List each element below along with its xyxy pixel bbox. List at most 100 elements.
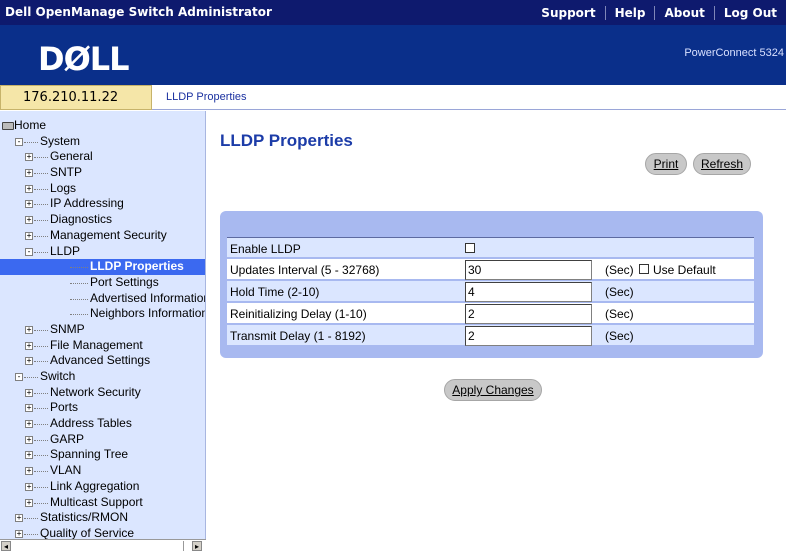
tree-connector bbox=[34, 392, 48, 394]
refresh-button[interactable]: Refresh bbox=[693, 153, 751, 175]
print-button[interactable]: Print bbox=[645, 153, 687, 175]
sidebar-item-switch[interactable]: - Switch bbox=[0, 369, 205, 385]
tree-connector bbox=[24, 533, 38, 535]
sidebar-item-label: Link Aggregation bbox=[50, 478, 140, 493]
tree-connector bbox=[70, 298, 88, 300]
apply-changes-label: Apply Changes bbox=[452, 383, 534, 397]
tree-connector bbox=[34, 408, 48, 410]
tree-connector bbox=[34, 439, 48, 441]
transmit-delay-input[interactable]: 2 bbox=[465, 326, 592, 346]
updates-interval-unit: (Sec) bbox=[605, 263, 634, 277]
sidebar-item-spanning-tree[interactable]: + Spanning Tree bbox=[0, 447, 205, 463]
sidebar-item-snmp[interactable]: + SNMP bbox=[0, 322, 205, 338]
sidebar-item-ports[interactable]: + Ports bbox=[0, 400, 205, 416]
tree-connector bbox=[24, 518, 38, 520]
sidebar-item-label: Ports bbox=[50, 400, 79, 415]
sidebar-item-management-security[interactable]: + Management Security bbox=[0, 228, 205, 244]
sidebar-item-diagnostics[interactable]: + Diagnostics bbox=[0, 212, 205, 228]
sidebar-item-network-security[interactable]: + Network Security bbox=[0, 385, 205, 401]
transmit-delay-row: Transmit Delay (1 - 8192) 2 (Sec) bbox=[227, 325, 754, 347]
sidebar-item-address-tables[interactable]: + Address Tables bbox=[0, 416, 205, 432]
sidebar-item-system[interactable]: - System bbox=[0, 134, 205, 150]
expand-icon[interactable]: + bbox=[25, 451, 33, 460]
expand-icon[interactable]: + bbox=[25, 467, 33, 476]
sidebar-item-home[interactable]: Home bbox=[0, 118, 205, 134]
reinit-delay-unit: (Sec) bbox=[605, 307, 634, 321]
sidebar-item-lldp-properties[interactable]: LLDP Properties bbox=[0, 259, 205, 275]
top-bar: Dell OpenManage Switch Administrator Sup… bbox=[0, 0, 786, 25]
tree: Home - System + General + SNTP + Logs + IP Address… bbox=[0, 118, 205, 542]
expand-icon[interactable]: + bbox=[25, 200, 33, 209]
logout-link[interactable]: Log Out bbox=[713, 5, 786, 20]
use-default-label: Use Default bbox=[653, 263, 716, 277]
tree-connector bbox=[34, 455, 48, 457]
use-default-checkbox[interactable] bbox=[639, 264, 649, 274]
expand-icon[interactable]: + bbox=[25, 184, 33, 193]
sidebar-item-ip-addressing[interactable]: + IP Addressing bbox=[0, 196, 205, 212]
sidebar-item-label: Logs bbox=[50, 180, 77, 195]
expand-icon[interactable]: + bbox=[15, 514, 23, 523]
sidebar-item-port-settings[interactable]: Port Settings bbox=[0, 275, 205, 291]
expand-icon[interactable]: + bbox=[25, 420, 33, 429]
tree-connector bbox=[34, 329, 48, 331]
sidebar-item-file-management[interactable]: + File Management bbox=[0, 338, 205, 354]
sidebar-item-statistics-rmon[interactable]: + Statistics/RMON bbox=[0, 510, 205, 526]
dell-logo: DØLL bbox=[38, 40, 130, 78]
expand-icon[interactable]: + bbox=[25, 498, 33, 507]
expand-icon[interactable]: + bbox=[25, 216, 33, 225]
collapse-icon[interactable]: - bbox=[15, 373, 23, 381]
expand-icon[interactable]: + bbox=[25, 231, 33, 240]
device-ip: 176.210.11.22 bbox=[0, 85, 152, 110]
enable-lldp-checkbox[interactable] bbox=[465, 243, 475, 253]
tree-connector bbox=[34, 502, 48, 504]
collapse-icon[interactable]: - bbox=[15, 137, 23, 146]
help-link[interactable]: Help bbox=[604, 5, 655, 20]
sidebar-item-general[interactable]: + General bbox=[0, 149, 205, 165]
updates-interval-input[interactable]: 30 bbox=[465, 260, 592, 280]
sidebar-item-vlan[interactable]: + VLAN bbox=[0, 463, 205, 479]
sidebar-item-link-aggregation[interactable]: + Link Aggregation bbox=[0, 478, 205, 495]
tree-connector bbox=[34, 361, 48, 363]
sidebar-item-garp[interactable]: + GARP bbox=[0, 432, 205, 448]
expand-icon[interactable]: + bbox=[25, 404, 33, 413]
expand-icon[interactable]: + bbox=[25, 388, 33, 397]
sidebar-item-advertised-information[interactable]: Advertised Information bbox=[0, 291, 205, 307]
expand-icon[interactable]: + bbox=[25, 341, 33, 350]
scroll-thumb[interactable] bbox=[12, 541, 184, 551]
top-nav: Support Help About Log Out bbox=[532, 0, 786, 25]
sidebar-item-logs[interactable]: + Logs bbox=[0, 180, 205, 197]
hold-time-label: Hold Time (2-10) bbox=[230, 285, 320, 299]
sidebar-item-sntp[interactable]: + SNTP bbox=[0, 165, 205, 181]
enable-lldp-row: Enable LLDP bbox=[227, 237, 754, 259]
support-link[interactable]: Support bbox=[532, 6, 604, 20]
expand-icon[interactable]: + bbox=[25, 482, 33, 491]
sidebar-item-lldp[interactable]: - LLDP bbox=[0, 244, 205, 260]
sidebar-item-multicast-support[interactable]: + Multicast Support bbox=[0, 495, 205, 511]
expand-icon[interactable]: + bbox=[25, 169, 33, 178]
collapse-icon[interactable]: - bbox=[25, 247, 33, 256]
about-link[interactable]: About bbox=[654, 5, 713, 20]
sidebar-tree: Home - System + General + SNTP + Logs + IP Address… bbox=[0, 111, 206, 551]
expand-icon[interactable]: + bbox=[25, 357, 33, 366]
updates-interval-row: Updates Interval (5 - 32768) 30 (Sec) Us… bbox=[227, 259, 754, 281]
sidebar-horizontal-scrollbar[interactable]: ◂ ▸ bbox=[0, 539, 206, 551]
expand-icon[interactable]: + bbox=[25, 153, 33, 162]
apply-changes-button[interactable]: Apply Changes bbox=[444, 379, 542, 401]
scroll-right-arrow-icon[interactable]: ▸ bbox=[192, 541, 202, 551]
sidebar-item-label: Advanced Settings bbox=[50, 353, 151, 368]
expand-icon[interactable]: + bbox=[25, 325, 33, 334]
reinit-delay-input[interactable]: 2 bbox=[465, 304, 592, 324]
breadcrumb: LLDP Properties bbox=[152, 85, 786, 110]
scroll-left-arrow-icon[interactable]: ◂ bbox=[1, 541, 11, 551]
tree-connector bbox=[34, 471, 48, 473]
expand-icon[interactable]: + bbox=[15, 529, 23, 538]
transmit-delay-label: Transmit Delay (1 - 8192) bbox=[230, 329, 366, 343]
hold-time-row: Hold Time (2-10) 4 (Sec) bbox=[227, 281, 754, 303]
expand-icon[interactable]: + bbox=[25, 435, 33, 444]
sidebar-item-advanced-settings[interactable]: + Advanced Settings bbox=[0, 353, 205, 369]
hold-time-input[interactable]: 4 bbox=[465, 282, 592, 302]
sidebar-item-neighbors-information[interactable]: Neighbors Information bbox=[0, 306, 205, 322]
tree-connector bbox=[34, 424, 48, 426]
tree-connector bbox=[34, 188, 48, 190]
sidebar-item-label: Address Tables bbox=[50, 416, 132, 431]
